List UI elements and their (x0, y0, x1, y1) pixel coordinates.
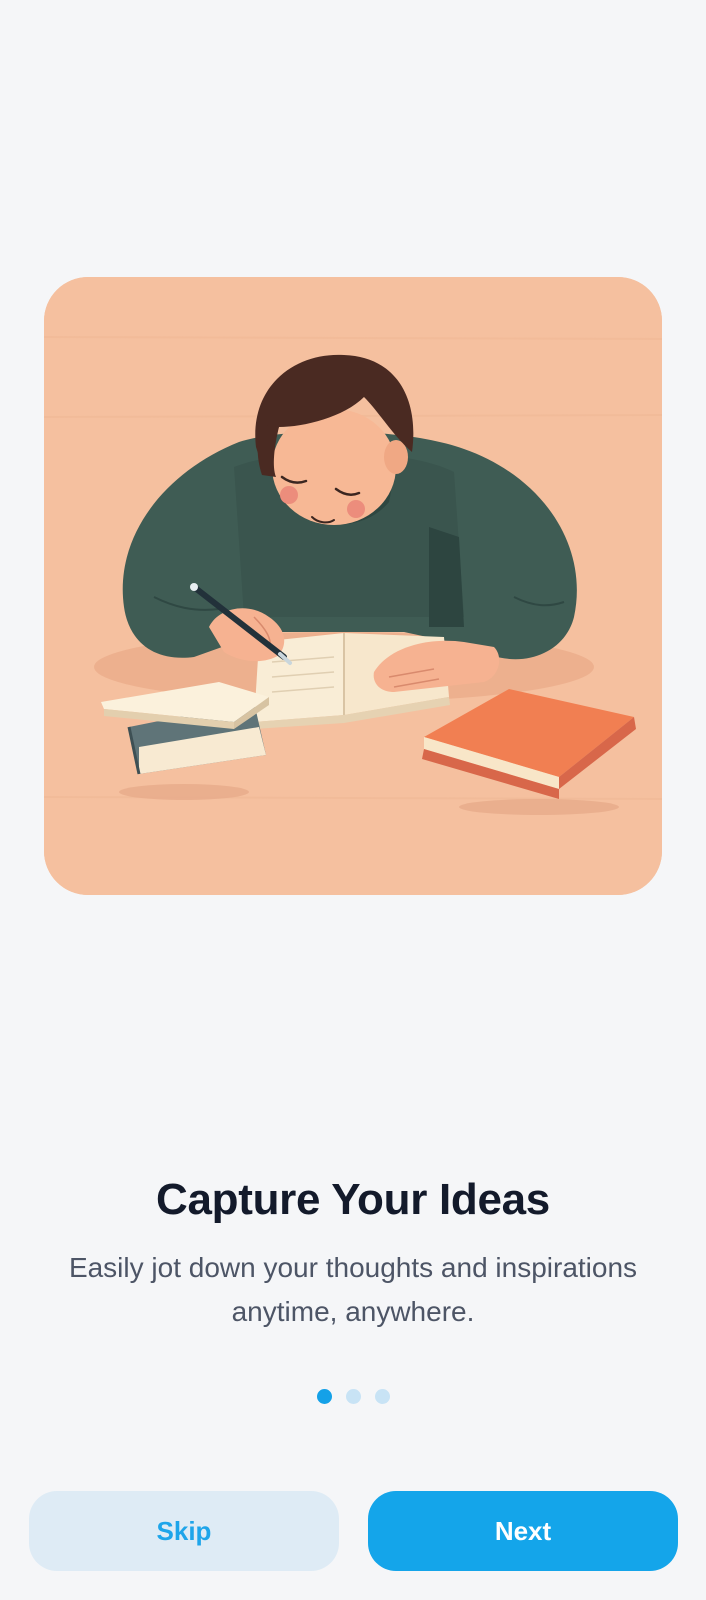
page-indicator-dot-2[interactable] (345, 1389, 361, 1404)
skip-button[interactable]: Skip (29, 1491, 339, 1571)
page-indicator-dot-1-active[interactable] (316, 1389, 332, 1404)
page-indicator (0, 1389, 706, 1404)
next-button[interactable]: Next (368, 1491, 678, 1571)
onboarding-illustration (44, 277, 662, 895)
page-indicator-dot-3[interactable] (374, 1389, 390, 1404)
onboarding-title: Capture Your Ideas (156, 1175, 550, 1224)
onboarding-description: Easily jot down your thoughts and inspir… (68, 1252, 638, 1327)
